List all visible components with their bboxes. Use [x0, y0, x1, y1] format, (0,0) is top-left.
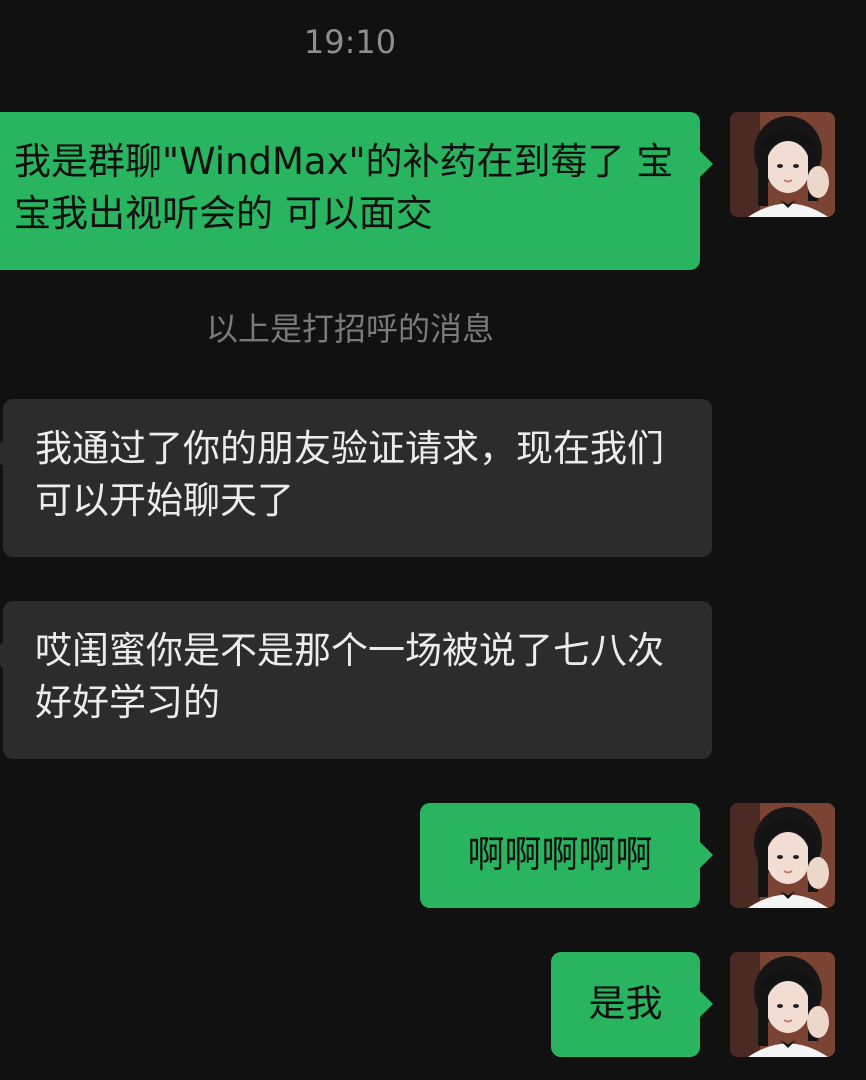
incoming-message-bubble[interactable]: 哎闺蜜你是不是那个一场被说了七八次好好学习的 [0, 601, 712, 759]
message-text: 是我 [588, 982, 663, 1025]
avatar[interactable] [730, 112, 835, 217]
outgoing-message-bubble[interactable]: 我是群聊"WindMax"的补药在到莓了 宝宝我出视听会的 可以面交 [0, 112, 713, 270]
message-timestamp: 19:10 [303, 23, 397, 61]
avatar[interactable] [730, 803, 835, 908]
system-note: 以上是打招呼的消息 [205, 310, 494, 348]
outgoing-message-bubble[interactable]: 啊啊啊啊啊 [420, 803, 713, 908]
message-text: 我通过了你的朋友验证请求，现在我们可以开始聊天了 [35, 427, 664, 522]
message-text: 我是群聊"WindMax"的补药在到莓了 宝宝我出视听会的 可以面交 [14, 140, 674, 235]
message-text: 啊啊啊啊啊 [467, 833, 653, 876]
outgoing-message-bubble[interactable]: 是我 [551, 952, 713, 1057]
incoming-message-bubble[interactable]: 我通过了你的朋友验证请求，现在我们可以开始聊天了 [0, 399, 712, 557]
avatar[interactable] [730, 952, 835, 1057]
user-avatar-photo-icon [730, 952, 835, 1057]
message-text: 哎闺蜜你是不是那个一场被说了七八次好好学习的 [35, 629, 664, 724]
user-avatar-photo-icon [730, 803, 835, 908]
user-avatar-photo-icon [730, 112, 835, 217]
